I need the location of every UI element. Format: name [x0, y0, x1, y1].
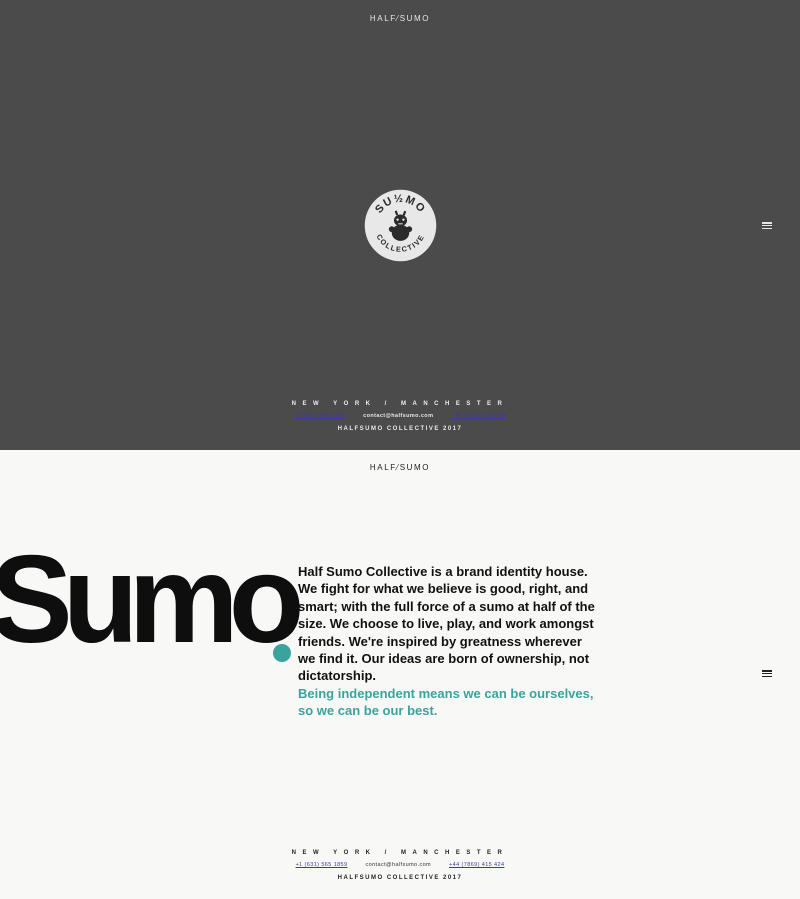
page-footer: NEW YORK / MANCHESTER +1 (631) 565 1859 … [0, 850, 800, 881]
phone-us-link[interactable]: +1 (631) 565 1859 [293, 413, 345, 419]
hero-section: HALF⁄SUMO SU½MO COLLECTIVE NEW YORK / MA… [0, 0, 800, 450]
copyright: HALFSUMO COLLECTIVE 2017 [337, 426, 463, 432]
office-cities: NEW YORK / MANCHESTER [291, 401, 509, 407]
menu-icon-bar [762, 224, 772, 227]
menu-icon-bar [762, 222, 772, 224]
menu-icon-bar [762, 675, 772, 677]
hero-footer: NEW YORK / MANCHESTER +1 (631) 565 1859 … [0, 401, 800, 432]
menu-icon-bar [762, 672, 772, 675]
accent-dot [273, 644, 291, 662]
site-logo[interactable]: HALF⁄SUMO [0, 14, 800, 23]
about-section: HALF⁄SUMO Sumo Half Sumo Collective is a… [0, 450, 800, 899]
badge-logo-icon: SU½MO COLLECTIVE [364, 189, 437, 262]
contact-row: +1 (631) 565 1859 contact@halfsumo.com +… [0, 413, 800, 419]
phone-us-link[interactable]: +1 (631) 565 1859 [296, 862, 348, 868]
office-cities: NEW YORK / MANCHESTER [291, 850, 509, 856]
about-text: Half Sumo Collective is a brand identity… [298, 563, 598, 720]
menu-icon-bar [762, 227, 772, 229]
menu-icon-bar [762, 670, 772, 672]
phone-uk-link[interactable]: +44 (7869) 415 424 [451, 413, 506, 419]
phone-uk-link[interactable]: +44 (7869) 415 424 [449, 862, 504, 868]
copyright: HALFSUMO COLLECTIVE 2017 [337, 875, 463, 881]
site-logo[interactable]: HALF⁄SUMO [0, 463, 800, 472]
email-text[interactable]: contact@halfsumo.com [363, 413, 433, 419]
email-text[interactable]: contact@halfsumo.com [365, 862, 431, 868]
about-highlight: Being independent means we can be oursel… [298, 685, 594, 719]
menu-icon[interactable] [762, 222, 772, 229]
about-paragraph: Half Sumo Collective is a brand identity… [298, 564, 595, 684]
contact-row: +1 (631) 565 1859 contact@halfsumo.com +… [0, 862, 800, 868]
sumo-wordmark: Sumo [0, 531, 304, 669]
menu-icon[interactable] [762, 670, 772, 677]
